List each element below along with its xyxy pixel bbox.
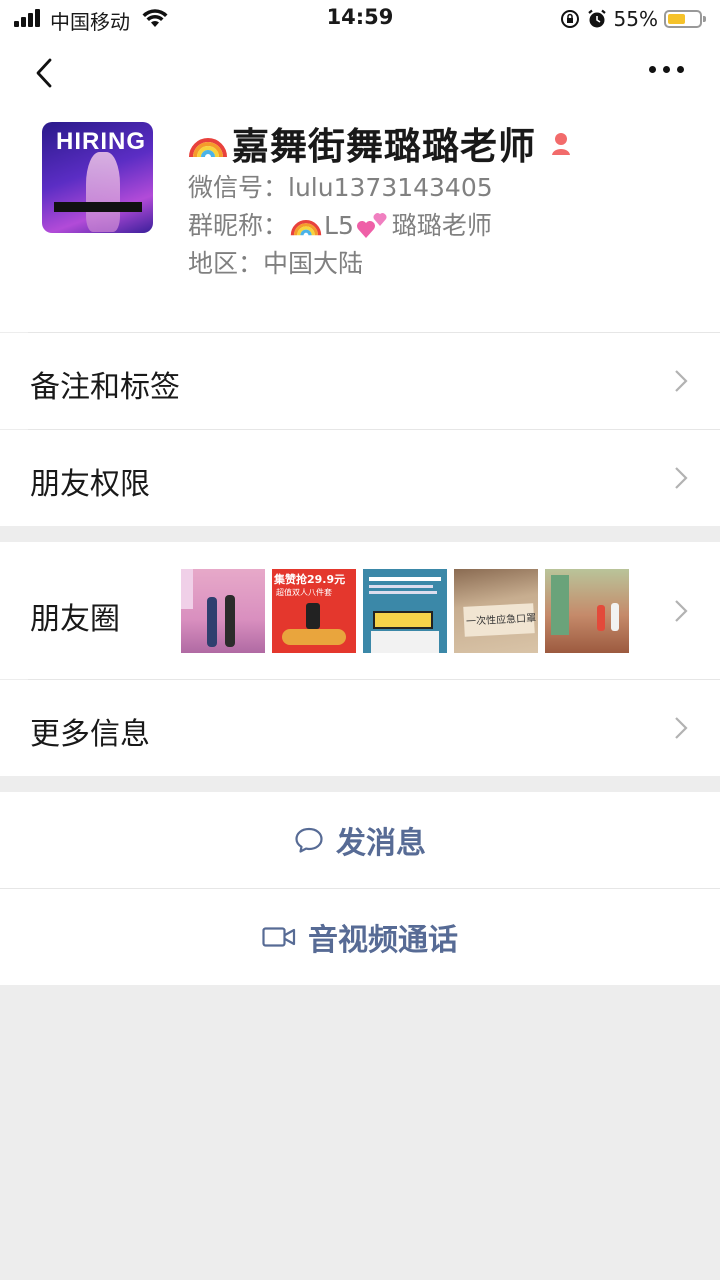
rainbow-emoji-icon: [189, 138, 227, 158]
profile-header: HIRING 嘉舞街舞璐璐老师 微信号：lulu1373143405 群昵称： …: [0, 106, 720, 332]
remarks-label: 备注和标签: [30, 370, 180, 405]
wechat-id-row: 微信号：lulu1373143405: [188, 168, 493, 204]
battery-level-fill: [668, 14, 685, 24]
avatar-text: HIRING: [56, 128, 146, 155]
rotation-lock-icon: [560, 10, 579, 28]
permissions-row[interactable]: 朋友权限: [0, 430, 720, 526]
chevron-right-icon: [675, 467, 688, 489]
profile-name: 嘉舞街舞璐璐老师: [232, 125, 536, 168]
moments-row[interactable]: 朋友圈 集赞抢29.9元 超值双人八件套 一次性应急口罩: [0, 542, 720, 679]
moment-thumb-comic-poster: [363, 569, 447, 653]
burger-ad-headline: 集赞抢29.9元: [274, 573, 346, 586]
more-info-label: 更多信息: [30, 717, 150, 752]
remarks-row[interactable]: 备注和标签: [0, 333, 720, 429]
avatar-figure: [86, 152, 120, 232]
status-right: 55%: [560, 6, 706, 32]
send-message-label: 发消息: [336, 826, 426, 861]
moment-thumb-burger-ad: 集赞抢29.9元 超值双人八件套: [272, 569, 356, 653]
moment-thumb-dance-photo: [181, 569, 265, 653]
two-hearts-emoji-icon: [356, 213, 387, 238]
back-arrow-icon[interactable]: [30, 54, 60, 94]
permissions-label: 朋友权限: [30, 467, 150, 502]
female-icon: [552, 133, 570, 155]
status-bar: 中国移动 14:59 55%: [0, 0, 720, 40]
burger-ad-subline: 超值双人八件套: [276, 588, 332, 597]
group-nick-row: 群昵称： L5 璐璐老师: [188, 206, 492, 242]
name-row: 嘉舞街舞璐璐老师: [188, 116, 574, 170]
video-camera-icon: [262, 927, 296, 947]
wechat-id-label: 微信号：: [188, 173, 289, 202]
chevron-right-icon: [675, 370, 688, 392]
moment-thumb-sign-photo: 一次性应急口罩: [454, 569, 538, 653]
group-nick-part-a: L5: [324, 211, 354, 240]
video-call-label: 音视频通话: [308, 923, 458, 958]
avatar[interactable]: HIRING: [42, 122, 153, 233]
video-call-button[interactable]: 音视频通话: [0, 889, 720, 985]
group-nick-part-b: 璐璐老师: [391, 211, 492, 240]
region-value: 中国大陆: [263, 249, 364, 278]
battery-icon: [664, 10, 706, 28]
send-message-button[interactable]: 发消息: [0, 792, 720, 888]
more-dots-icon[interactable]: [649, 66, 684, 73]
nav-bar: [0, 40, 720, 106]
chevron-right-icon: [675, 717, 688, 739]
moments-label: 朋友圈: [30, 602, 120, 637]
group-nick-label: 群昵称：: [188, 211, 289, 240]
chat-bubble-icon: [295, 827, 323, 853]
moment-thumb-studio-photo: [545, 569, 629, 653]
alarm-icon: [587, 9, 606, 28]
moments-thumbnails: 集赞抢29.9元 超值双人八件套 一次性应急口罩: [181, 569, 629, 653]
rainbow-emoji-icon: [290, 220, 322, 236]
battery-percent: 55%: [613, 7, 658, 31]
wechat-id-value: lulu1373143405: [288, 173, 493, 202]
region-row: 地区：中国大陆: [188, 244, 363, 280]
more-info-row[interactable]: 更多信息: [0, 680, 720, 776]
region-label: 地区：: [188, 249, 264, 278]
chevron-right-icon: [675, 600, 688, 622]
avatar-strip: [54, 202, 142, 212]
